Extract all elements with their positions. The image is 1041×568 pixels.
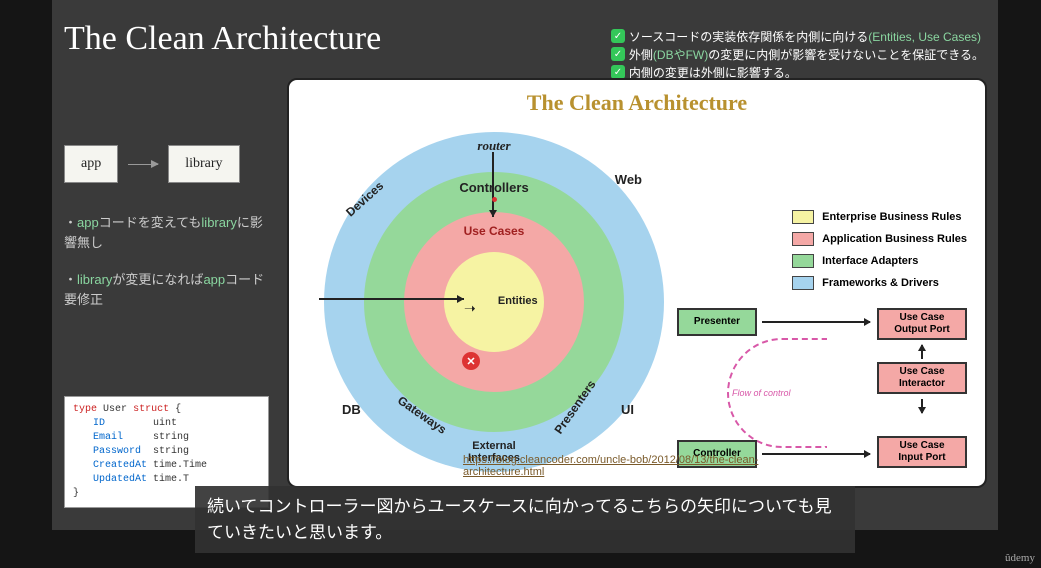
check-icon: ✓ xyxy=(611,47,625,61)
flow-of-control-label: Flow of control xyxy=(732,388,791,398)
legend-item: Enterprise Business Rules xyxy=(792,210,967,224)
dependency-boxes: app library xyxy=(64,145,269,183)
arrow-icon xyxy=(128,164,158,165)
brand-logo: ûdemy xyxy=(1005,552,1035,564)
legend: Enterprise Business Rules Application Bu… xyxy=(792,210,967,298)
check-item: ✓ ソースコードの実装依存関係を内側に向ける(Entities, Use Cas… xyxy=(611,28,984,46)
arrow-icon: ➝ xyxy=(464,300,476,317)
flow-diagram: Presenter Controller Use CaseOutput Port… xyxy=(677,308,967,468)
dot-icon xyxy=(492,197,497,202)
legend-item: Interface Adapters xyxy=(792,254,967,268)
interactor-box: Use CaseInteractor xyxy=(877,362,967,394)
slide: The Clean Architecture ✓ ソースコードの実装依存関係を内… xyxy=(52,0,998,530)
label-web: Web xyxy=(615,172,642,187)
legend-item: Frameworks & Drivers xyxy=(792,276,967,290)
swatch-icon xyxy=(792,254,814,268)
left-column: app library ・appコードを変えてもlibraryに影響無し ・li… xyxy=(64,145,269,327)
swatch-icon xyxy=(792,210,814,224)
inward-arrow-icon xyxy=(319,298,464,300)
label-usecases: Use Cases xyxy=(464,224,525,238)
inputport-box: Use CaseInput Port xyxy=(877,436,967,468)
arrow-icon xyxy=(921,399,923,413)
label-entities: Entities xyxy=(498,295,538,307)
checklist: ✓ ソースコードの実装依存関係を内側に向ける(Entities, Use Cas… xyxy=(611,28,984,82)
swatch-icon xyxy=(792,276,814,290)
label-router: router xyxy=(477,138,510,154)
presenter-box: Presenter xyxy=(677,308,757,336)
bullet-text: ・libraryが変更になればappコード要修正 xyxy=(64,270,269,309)
x-icon: ✕ xyxy=(462,352,480,370)
library-box: library xyxy=(168,145,239,183)
subtitle-caption: 続いてコントローラー図からユースケースに向かってるこちらの矢印についても見ていき… xyxy=(195,486,855,553)
page-title: The Clean Architecture xyxy=(64,20,381,58)
outputport-box: Use CaseOutput Port xyxy=(877,308,967,340)
label-controllers: Controllers xyxy=(459,180,528,195)
check-icon: ✓ xyxy=(611,65,625,79)
bullet-text: ・appコードを変えてもlibraryに影響無し xyxy=(64,213,269,252)
arrow-icon xyxy=(921,345,923,359)
concentric-rings: ➝ router Controllers Use Cases Entities … xyxy=(324,132,664,472)
arrow-icon xyxy=(762,321,870,323)
diagram-title: The Clean Architecture xyxy=(289,90,985,116)
label-db: DB xyxy=(342,402,361,417)
app-box: app xyxy=(64,145,118,183)
architecture-diagram: The Clean Architecture ➝ router Controll… xyxy=(287,78,987,488)
label-ui: UI xyxy=(621,402,634,417)
legend-item: Application Business Rules xyxy=(792,232,967,246)
swatch-icon xyxy=(792,232,814,246)
source-url[interactable]: https://blog.cleancoder.com/uncle-bob/20… xyxy=(463,454,811,478)
check-item: ✓ 外側(DBやFW)の変更に内側が影響を受けないことを保証できる。 xyxy=(611,46,984,64)
check-icon: ✓ xyxy=(611,29,625,43)
